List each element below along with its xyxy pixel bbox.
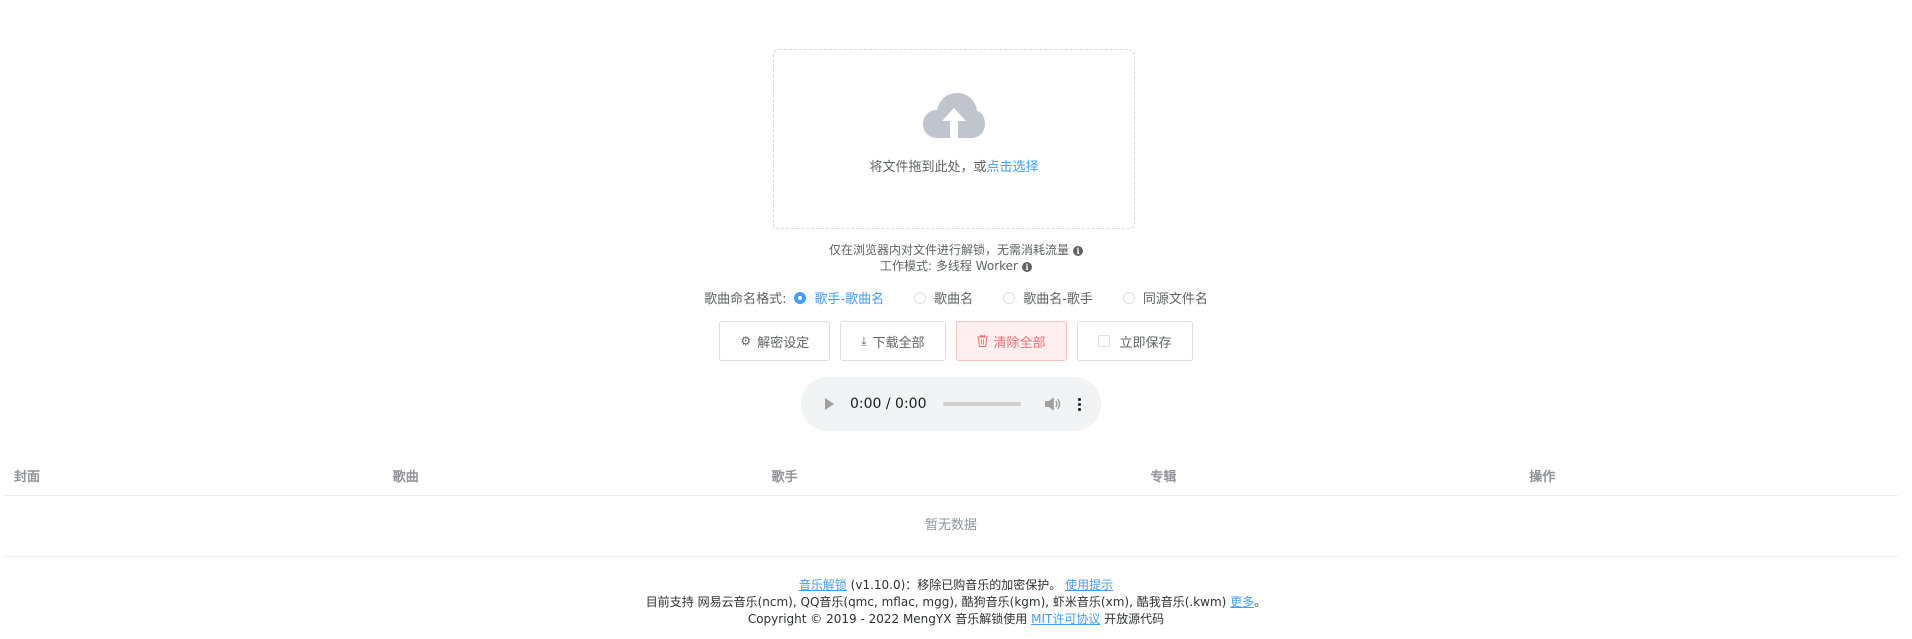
radio-circle[interactable] — [794, 291, 807, 304]
radio-circle[interactable] — [1122, 291, 1135, 304]
info-icon[interactable]: i — [1021, 262, 1032, 272]
save-now-checkbox[interactable]: 立即保存 — [1076, 321, 1193, 361]
radio-label: 歌曲名 — [934, 292, 974, 307]
copyright-text: Copyright © 2019 - 2022 MengYX 音乐解锁使用 — [747, 612, 1032, 626]
app-description: (v1.10.0)：移除已购音乐的加密保护。 — [846, 578, 1066, 592]
radio-circle[interactable] — [1003, 291, 1016, 304]
radio-label: 歌手-歌曲名 — [814, 292, 885, 307]
gear-icon: ⚙ — [740, 334, 752, 348]
dot — [1077, 407, 1081, 411]
radio-title-artist[interactable]: 歌曲名-歌手 — [1003, 288, 1093, 307]
work-mode-tip: 工作模式: 多线程 Worker i — [0, 257, 1912, 274]
player-time: 0:00 / 0:00 — [850, 396, 927, 412]
local-decrypt-tip: 仅在浏览器内对文件进行解锁，无需消耗流量 i — [0, 241, 1912, 258]
radio-label: 同源文件名 — [1142, 292, 1208, 307]
app-home-link[interactable]: 音乐解锁 — [799, 578, 847, 592]
decrypt-settings-label: 解密设定 — [757, 335, 810, 351]
trash-icon — [976, 335, 988, 347]
download-icon: ⤓ — [861, 334, 867, 348]
column-header-actions: 操作 — [1529, 469, 1556, 485]
save-now-label: 立即保存 — [1119, 335, 1172, 351]
usage-tips-link[interactable]: 使用提示 — [1065, 578, 1113, 592]
file-drop-zone[interactable]: 将文件拖到此处，或点击选择 — [773, 49, 1135, 229]
player-progress-bar[interactable] — [942, 402, 1022, 406]
naming-format-group: 歌曲命名格式: 歌手-歌曲名 歌曲名 歌曲名-歌手 同源文件名 — [0, 288, 1912, 307]
play-icon[interactable] — [825, 398, 834, 410]
column-header-cover: 封面 — [14, 469, 41, 485]
supported-formats-text: 目前支持 网易云音乐(ncm), QQ音乐(qmc, mflac, mgg), … — [645, 595, 1231, 609]
more-options-icon[interactable] — [1077, 397, 1081, 412]
dot — [1077, 397, 1081, 401]
local-decrypt-tip-text: 仅在浏览器内对文件进行解锁，无需消耗流量 — [828, 243, 1069, 257]
upload-hint-text: 将文件拖到此处，或 — [869, 160, 987, 175]
action-buttons: ⚙ 解密设定 ⤓ 下载全部 清除全部 立即保存 — [0, 321, 1912, 361]
footer-supported-formats: 目前支持 网易云音乐(ncm), QQ音乐(qmc, mflac, mgg), … — [0, 594, 1912, 611]
checkbox-box[interactable] — [1097, 335, 1110, 347]
download-all-button[interactable]: ⤓ 下载全部 — [840, 321, 946, 361]
cloud-upload-icon — [923, 93, 985, 138]
decrypt-settings-button[interactable]: ⚙ 解密设定 — [719, 321, 831, 361]
upload-hint: 将文件拖到此处，或点击选择 — [774, 156, 1134, 175]
select-file-link[interactable]: 点击选择 — [987, 160, 1039, 175]
table-empty-text: 暂无数据 — [4, 496, 1898, 557]
footer-intro: 音乐解锁 (v1.10.0)：移除已购音乐的加密保护。 使用提示 — [0, 577, 1912, 594]
table-header: 封面 歌曲 歌手 专辑 操作 — [4, 455, 1898, 496]
work-mode-text: 工作模式: 多线程 Worker — [880, 259, 1018, 273]
info-icon[interactable]: i — [1073, 246, 1083, 256]
radio-circle[interactable] — [914, 291, 927, 304]
radio-source-filename[interactable]: 同源文件名 — [1122, 288, 1208, 307]
supported-formats-end: 。 — [1254, 595, 1267, 609]
download-all-label: 下载全部 — [872, 335, 925, 351]
more-formats-link[interactable]: 更多 — [1230, 595, 1254, 609]
column-header-song: 歌曲 — [392, 469, 419, 485]
column-header-album: 专辑 — [1150, 469, 1177, 485]
clear-all-button[interactable]: 清除全部 — [955, 321, 1067, 361]
radio-label: 歌曲名-歌手 — [1023, 292, 1093, 307]
audio-player: 0:00 / 0:00 — [801, 377, 1101, 431]
app-root: 将文件拖到此处，或点击选择 仅在浏览器内对文件进行解锁，无需消耗流量 i 工作模式… — [0, 0, 1912, 639]
volume-icon[interactable] — [1045, 397, 1061, 411]
song-table: 封面 歌曲 歌手 专辑 操作 暂无数据 — [4, 455, 1898, 557]
column-header-artist: 歌手 — [771, 469, 798, 485]
radio-artist-title[interactable]: 歌手-歌曲名 — [794, 288, 884, 307]
naming-format-label: 歌曲命名格式: — [704, 292, 787, 307]
footer-copyright: Copyright © 2019 - 2022 MengYX 音乐解锁使用 MI… — [0, 611, 1912, 628]
open-source-text: 开放源代码 — [1100, 612, 1165, 626]
mit-license-link[interactable]: MIT许可协议 — [1031, 612, 1100, 626]
clear-all-label: 清除全部 — [993, 335, 1046, 351]
radio-title[interactable]: 歌曲名 — [914, 288, 973, 307]
dot — [1077, 402, 1081, 406]
